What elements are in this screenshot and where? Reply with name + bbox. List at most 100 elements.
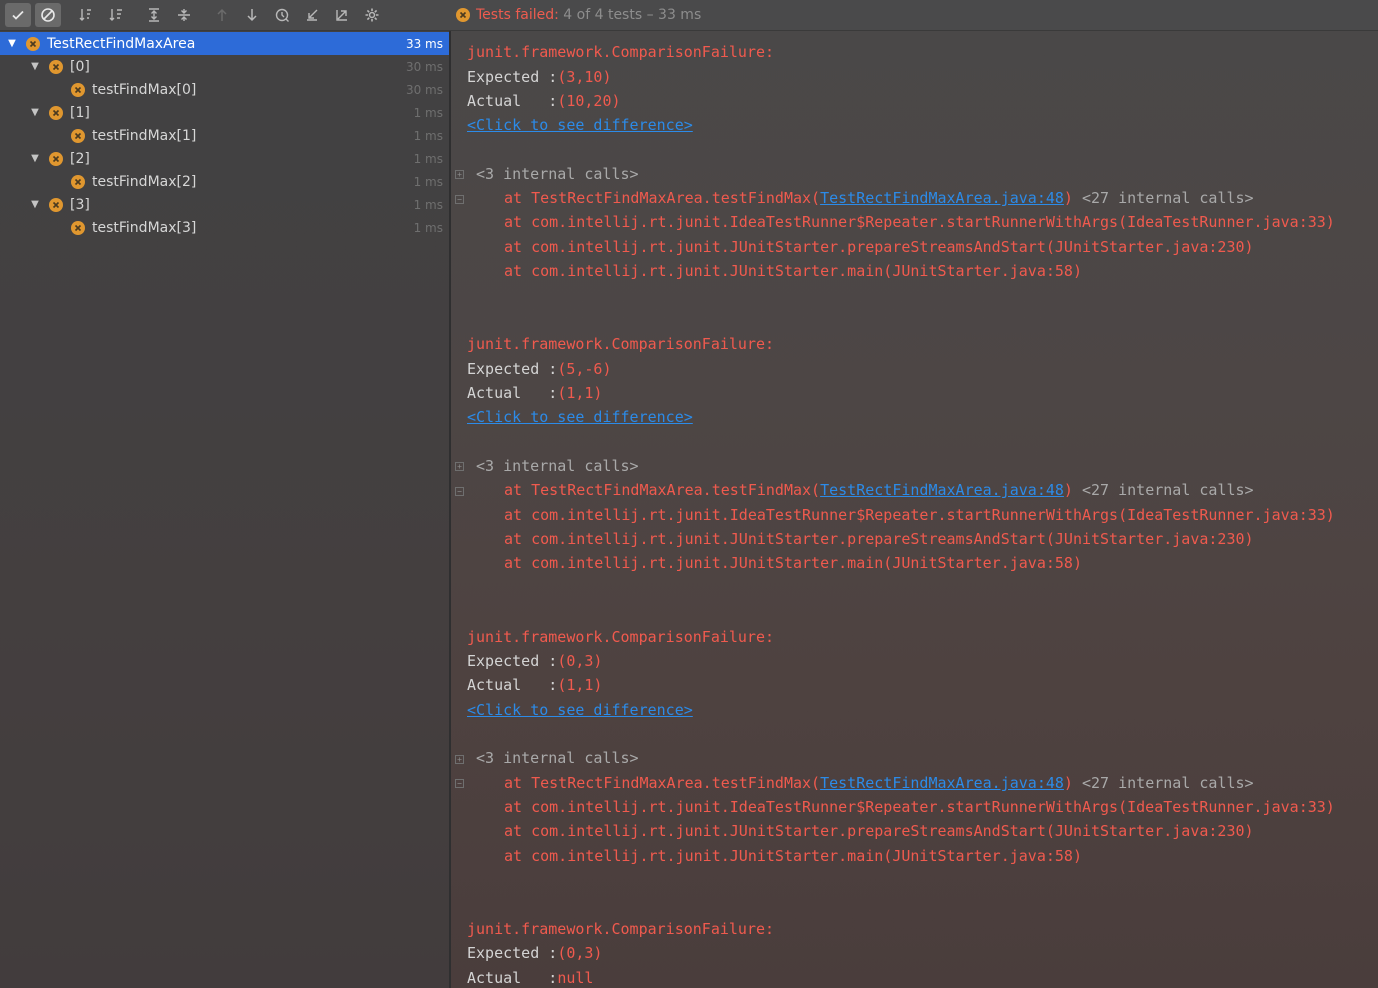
- actual-line: Actual :(1,1): [467, 384, 603, 402]
- tree-item-time: 1 ms: [413, 220, 443, 235]
- show-ignored-button[interactable]: [35, 3, 61, 27]
- stack-frame: at com.intellij.rt.junit.IdeaTestRunner$…: [504, 213, 1335, 231]
- export-tests-button[interactable]: [329, 3, 355, 27]
- history-icon: [275, 8, 289, 22]
- chevron-down-icon[interactable]: ▼: [29, 61, 41, 72]
- tree-item-group-2[interactable]: ▼ [2] 1 ms: [0, 147, 449, 170]
- source-link[interactable]: TestRectFindMaxArea.java:48: [820, 481, 1064, 499]
- collapse-all-button[interactable]: [171, 3, 197, 27]
- stack-frame: at com.intellij.rt.junit.IdeaTestRunner$…: [504, 798, 1335, 816]
- stack-frame: at com.intellij.rt.junit.JUnitStarter.ma…: [504, 847, 1082, 865]
- failed-icon: [26, 36, 40, 51]
- internal-calls-toggle[interactable]: <3 internal calls>: [476, 747, 639, 769]
- expected-line: Expected :(5,-6): [467, 360, 612, 378]
- expected-line: Expected :(0,3): [467, 944, 603, 962]
- failed-icon: [49, 197, 63, 212]
- actual-value: (10,20): [557, 92, 621, 110]
- tree-item-time: 1 ms: [413, 128, 443, 143]
- expand-fold-icon[interactable]: +: [455, 755, 464, 764]
- tree-item-group-1[interactable]: ▼ [1] 1 ms: [0, 101, 449, 124]
- tree-item-time: 30 ms: [405, 59, 443, 74]
- import-tests-button[interactable]: [299, 3, 325, 27]
- tree-item-time: 1 ms: [413, 151, 443, 166]
- expand-fold-icon[interactable]: +: [455, 170, 464, 179]
- expand-all-button[interactable]: [141, 3, 167, 27]
- tree-item-group-3[interactable]: ▼ [3] 1 ms: [0, 193, 449, 216]
- check-icon: [12, 10, 24, 20]
- console-output[interactable]: junit.framework.ComparisonFailure: Expec…: [453, 31, 1378, 988]
- tree-item-test-0[interactable]: testFindMax[0] 30 ms: [0, 78, 449, 101]
- stack-frame: at com.intellij.rt.junit.IdeaTestRunner$…: [504, 506, 1335, 524]
- tree-item-label: [3]: [70, 196, 90, 213]
- tree-item-time: 1 ms: [413, 174, 443, 189]
- see-difference-link[interactable]: <Click to see difference>: [467, 406, 693, 428]
- stack-frame: at com.intellij.rt.junit.JUnitStarter.pr…: [504, 238, 1254, 256]
- tree-item-test-1[interactable]: testFindMax[1] 1 ms: [0, 124, 449, 147]
- failure-header: junit.framework.ComparisonFailure:: [467, 43, 775, 61]
- sort-duration-button[interactable]: [103, 3, 129, 27]
- expected-value: (0,3): [557, 944, 603, 962]
- stack-frame: at TestRectFindMaxArea.testFindMax(TestR…: [504, 189, 1254, 207]
- export-icon: [336, 10, 347, 21]
- status-text: Tests failed: 4 of 4 tests – 33 ms: [476, 7, 702, 23]
- failed-icon: [456, 8, 470, 22]
- expand-fold-icon[interactable]: +: [455, 462, 464, 471]
- tree-item-label: [0]: [70, 58, 90, 75]
- collapse-fold-icon[interactable]: −: [455, 779, 464, 788]
- source-link[interactable]: TestRectFindMaxArea.java:48: [820, 189, 1064, 207]
- tree-item-group-0[interactable]: ▼ [0] 30 ms: [0, 55, 449, 78]
- internal-calls-toggle[interactable]: <3 internal calls>: [476, 455, 639, 477]
- stack-frame: at com.intellij.rt.junit.JUnitStarter.ma…: [504, 262, 1082, 280]
- chevron-down-icon[interactable]: ▼: [29, 199, 41, 210]
- sort-alpha-icon: [79, 9, 91, 21]
- actual-value: null: [557, 969, 594, 987]
- chevron-down-icon[interactable]: ▼: [29, 153, 41, 164]
- collapse-fold-icon[interactable]: −: [455, 487, 464, 496]
- actual-line: Actual :(10,20): [467, 92, 621, 110]
- actual-value: (1,1): [557, 384, 603, 402]
- failed-icon: [49, 105, 63, 120]
- expected-value: (3,10): [557, 68, 612, 86]
- previous-failed-button[interactable]: [209, 3, 235, 27]
- tree-item-label: testFindMax[0]: [92, 81, 197, 98]
- show-passed-button[interactable]: [5, 3, 31, 27]
- collapse-fold-icon[interactable]: −: [455, 195, 464, 204]
- tree-item-root[interactable]: ▼ TestRectFindMaxArea 33 ms: [0, 32, 449, 55]
- sort-alpha-button[interactable]: [73, 3, 99, 27]
- failed-count: 4: [563, 7, 573, 23]
- chevron-down-icon[interactable]: ▼: [29, 107, 41, 118]
- see-difference-link[interactable]: <Click to see difference>: [467, 114, 693, 136]
- tree-item-time: 1 ms: [413, 105, 443, 120]
- expand-all-icon: [149, 8, 159, 22]
- tree-item-label: testFindMax[3]: [92, 219, 197, 236]
- import-icon: [307, 9, 318, 21]
- test-status-header: Tests failed: 4 of 4 tests – 33 ms: [451, 0, 1378, 31]
- expected-line: Expected :(0,3): [467, 652, 603, 670]
- tree-item-time: 1 ms: [413, 197, 443, 212]
- tree-item-label: [1]: [70, 104, 90, 121]
- failed-icon: [71, 174, 85, 189]
- actual-line: Actual :null: [467, 969, 594, 987]
- stack-frame: at com.intellij.rt.junit.JUnitStarter.ma…: [504, 554, 1082, 572]
- failed-icon: [71, 220, 85, 235]
- failed-icon: [49, 151, 63, 166]
- arrow-down-icon: [247, 9, 257, 22]
- chevron-down-icon[interactable]: ▼: [6, 38, 18, 49]
- test-history-button[interactable]: [269, 3, 295, 27]
- tree-item-test-3[interactable]: testFindMax[3] 1 ms: [0, 216, 449, 239]
- failed-icon: [71, 128, 85, 143]
- source-link[interactable]: TestRectFindMaxArea.java:48: [820, 774, 1064, 792]
- tree-item-time: 33 ms: [405, 36, 443, 51]
- next-failed-button[interactable]: [239, 3, 265, 27]
- see-difference-link[interactable]: <Click to see difference>: [467, 699, 693, 721]
- tree-item-test-2[interactable]: testFindMax[2] 1 ms: [0, 170, 449, 193]
- settings-button[interactable]: [359, 3, 385, 27]
- gear-icon: [365, 8, 379, 22]
- tree-item-label: testFindMax[1]: [92, 127, 197, 144]
- internal-calls-toggle[interactable]: <3 internal calls>: [476, 163, 639, 185]
- test-tree: ▼ TestRectFindMaxArea 33 ms ▼ [0] 30 ms …: [0, 31, 451, 988]
- failure-header: junit.framework.ComparisonFailure:: [467, 920, 775, 938]
- failed-icon: [71, 82, 85, 97]
- actual-line: Actual :(1,1): [467, 676, 603, 694]
- tree-item-label: testFindMax[2]: [92, 173, 197, 190]
